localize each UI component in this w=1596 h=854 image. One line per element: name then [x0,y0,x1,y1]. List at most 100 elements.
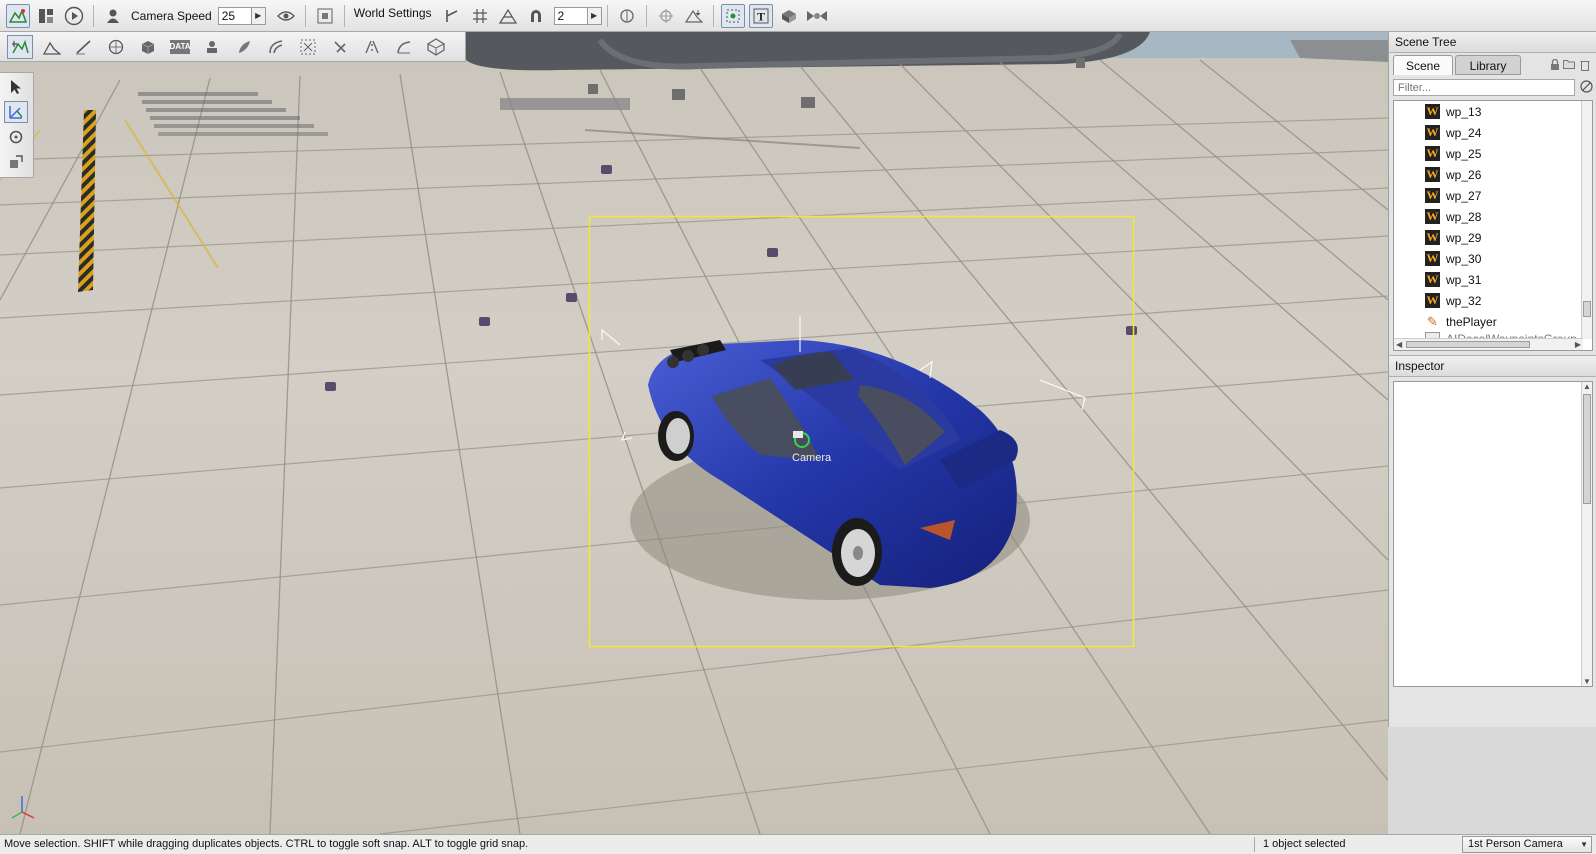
magnet-snap-icon[interactable] [524,4,548,28]
select-arrow-icon[interactable] [4,76,28,98]
tree-horizontal-scrollbar[interactable]: ◀ ▶ [1394,338,1583,350]
road-editor-icon[interactable] [359,35,385,59]
layout-icon[interactable] [34,4,58,28]
tree-item[interactable]: Wwp_13 [1394,101,1592,122]
tree-item[interactable]: Wwp_32 [1394,290,1592,311]
editor-tools-toolbar: DATA [0,32,466,62]
snap-size-input[interactable]: 2 [553,6,588,25]
mesh-road-editor-icon[interactable] [263,35,289,59]
sketch-tool-icon[interactable] [135,35,161,59]
inspector-scroll-thumb[interactable] [1583,394,1591,504]
camera-speed-input[interactable]: 25 [217,6,252,25]
chevron-down-icon: ▼ [1580,840,1588,849]
object-center-icon[interactable] [654,4,678,28]
tree-item[interactable]: Wwp_30 [1394,248,1592,269]
shape-editor-icon[interactable] [423,35,449,59]
text-labels-icon[interactable]: T [748,3,773,28]
tab-library[interactable]: Library [1455,55,1521,75]
tree-item[interactable]: Wwp_25 [1394,143,1592,164]
align-terrain-icon[interactable] [682,4,706,28]
navmesh-editor-icon[interactable] [295,35,321,59]
datablock-editor-button[interactable]: DATA [169,39,191,54]
selection-lock-icon[interactable] [720,3,745,28]
object-editor-icon[interactable] [7,34,33,59]
play-icon[interactable] [62,4,86,28]
filter-row [1389,77,1596,99]
move-gizmo-icon[interactable] [4,101,28,123]
tree-item-label: wp_13 [1446,104,1482,119]
visibility-eye-icon[interactable] [274,4,298,28]
world-editor-icon[interactable] [6,3,30,28]
inspector-scrollbar[interactable]: ▲ ▼ [1581,382,1592,686]
tree-item[interactable]: Wwp_28 [1394,206,1592,227]
snap-size-arrow-icon[interactable]: ▶ [587,6,602,25]
river-editor-icon[interactable] [327,35,353,59]
waypoint-icon: W [1425,272,1440,287]
tree-item-label: thePlayer [1446,314,1497,329]
snap-settings-icon[interactable] [440,4,464,28]
inspector-title: Inspector [1389,356,1596,377]
object-visibility-icon[interactable] [777,4,801,28]
fit-view-icon[interactable] [313,4,337,28]
forest-editor-icon[interactable] [231,35,257,59]
scene-tree-list[interactable]: Wwp_13 Wwp_24 Wwp_25 Wwp_26 Wwp_27 Wwp_2… [1393,100,1593,351]
waypoint-icon: W [1425,251,1440,266]
inspector-content[interactable]: ▲ ▼ [1393,381,1593,687]
waypoint-icon: W [1425,146,1440,161]
new-folder-icon[interactable] [1563,59,1575,70]
scroll-right-icon[interactable]: ▶ [1575,340,1581,349]
camera-person-icon[interactable] [101,4,125,28]
convex-editor-icon[interactable] [391,35,417,59]
toolbar-separator [606,4,608,27]
scroll-up-icon[interactable]: ▲ [1583,382,1591,391]
status-bar: Move selection. SHIFT while dragging dup… [0,834,1596,854]
tree-item-label: wp_30 [1446,251,1482,266]
tree-item[interactable]: Wwp_27 [1394,185,1592,206]
waypoint-icon: W [1425,167,1440,182]
main-toolbar: Camera Speed 25 ▶ World Settings 2 ▶ T [0,0,1596,32]
delete-trash-icon[interactable] [1579,59,1590,71]
3d-viewport[interactable]: Camera [0,32,1388,834]
clear-filter-icon[interactable] [1579,80,1593,94]
tree-item-label: wp_26 [1446,167,1482,182]
camera-tools-icon[interactable] [805,4,829,28]
player-spawn-icon: ✎ [1427,314,1438,329]
waypoint-icon: W [1425,293,1440,308]
tree-item-label: wp_28 [1446,209,1482,224]
rotate-gizmo-icon[interactable] [4,126,28,148]
inspector-panel: Inspector ▲ ▼ [1388,355,1596,727]
terrain-painter-icon[interactable] [71,35,97,59]
waypoint-icon: W [1425,209,1440,224]
status-separator [1254,837,1255,852]
selection-count: 1 object selected [1263,838,1346,850]
material-editor-icon[interactable] [103,35,129,59]
tree-item[interactable]: Wwp_24 [1394,122,1592,143]
terrain-snap-icon[interactable] [496,4,520,28]
toolbar-separator [645,4,647,27]
scene-filter-input[interactable] [1393,79,1575,96]
scale-gizmo-icon[interactable] [4,151,28,173]
object-bounds-icon[interactable] [615,4,639,28]
grid-snap-icon[interactable] [468,4,492,28]
world-settings-label[interactable]: World Settings [354,6,432,20]
toolbar-separator [343,4,345,27]
tree-item[interactable]: Wwp_31 [1394,269,1592,290]
decal-editor-icon[interactable] [199,35,225,59]
tree-item[interactable]: ✎ thePlayer [1394,311,1592,332]
camera-mode-select[interactable]: 1st Person Camera ▼ [1462,836,1592,853]
tree-hscroll-thumb[interactable] [1406,341,1530,348]
tree-scroll-thumb[interactable] [1583,301,1591,317]
waypoint-icon: W [1425,188,1440,203]
tree-vertical-scrollbar[interactable] [1581,101,1592,339]
tree-item[interactable]: Wwp_26 [1394,164,1592,185]
tab-scene[interactable]: Scene [1393,55,1453,75]
toolbar-separator [93,4,94,27]
waypoint-icon: W [1425,125,1440,140]
scroll-left-icon[interactable]: ◀ [1396,340,1402,349]
camera-speed-arrow-icon[interactable]: ▶ [251,6,266,25]
tree-item-label: wp_25 [1446,146,1482,161]
tree-item[interactable]: Wwp_29 [1394,227,1592,248]
scroll-down-icon[interactable]: ▼ [1583,677,1591,686]
lock-icon[interactable] [1549,58,1560,70]
terrain-editor-icon[interactable] [39,35,65,59]
